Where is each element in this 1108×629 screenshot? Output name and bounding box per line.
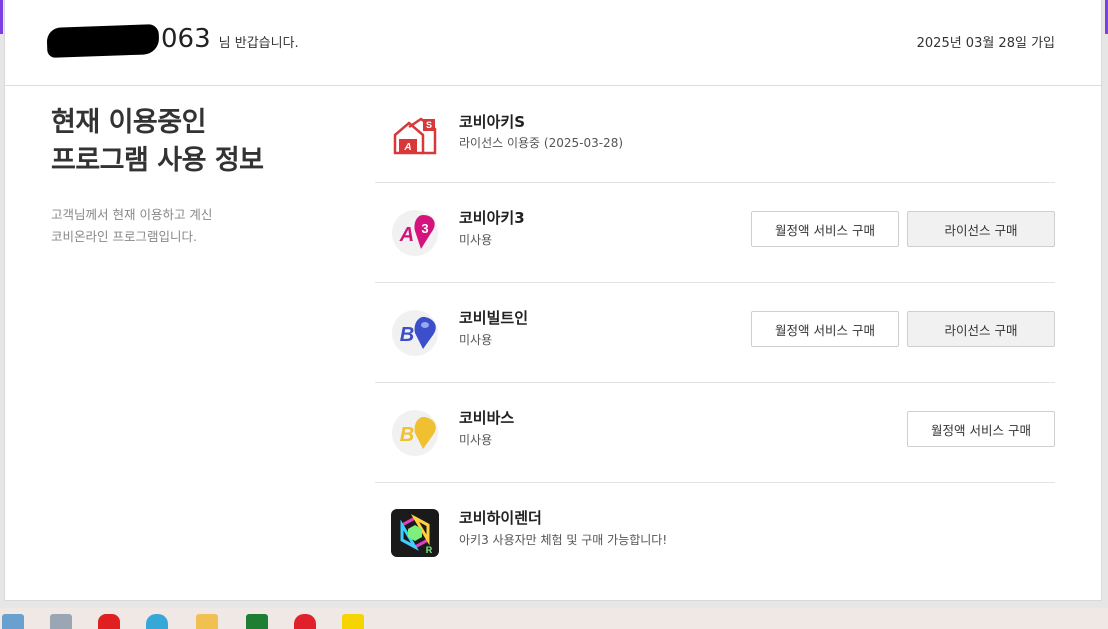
excel-icon[interactable] <box>246 614 268 629</box>
license-purchase-button[interactable]: 라이선스 구매 <box>907 211 1055 247</box>
program-name: 코비빌트인 <box>459 309 529 327</box>
program-name: 코비아키3 <box>459 209 525 227</box>
program-name: 코비바스 <box>459 409 515 427</box>
program-name: 코비하이렌더 <box>459 509 542 527</box>
license-purchase-button[interactable]: 라이선스 구매 <box>907 311 1055 347</box>
svg-text:S: S <box>426 120 432 130</box>
kobi-builtin-icon: B <box>392 309 438 356</box>
kakaotalk-icon[interactable] <box>342 614 364 629</box>
monthly-subscription-button[interactable]: 월정액 서비스 구매 <box>751 211 899 247</box>
taskbar <box>0 608 1108 629</box>
program-status: 미사용 <box>459 233 493 247</box>
monthly-subscription-button[interactable]: 월정액 서비스 구매 <box>907 411 1055 447</box>
user-id: 063 <box>46 24 211 58</box>
page-title: 현재 이용중인 프로그램 사용 정보 <box>51 104 264 180</box>
page-title-line2: 프로그램 사용 정보 <box>51 145 264 176</box>
svg-text:R: R <box>426 545 433 555</box>
window-edge-left <box>0 0 3 34</box>
monthly-subscription-button[interactable]: 월정액 서비스 구매 <box>751 311 899 347</box>
svg-text:A: A <box>399 224 414 246</box>
youtube-icon[interactable] <box>98 614 120 629</box>
program-row-builtin: B 코비빌트인 미사용 월정액 서비스 구매 라이선스 구매 <box>375 283 1055 383</box>
account-panel: 063 님 반갑습니다. 2025년 03월 28일 가입 현재 이용중인 프로… <box>4 0 1102 601</box>
folder-icon[interactable] <box>196 614 218 629</box>
kobi-archi3-icon: A 3 <box>392 209 438 256</box>
program-list: S A 코비아키S 라이선스 이용중 (2025-03-28) A 3 코비아키… <box>375 87 1055 583</box>
page-title-line1: 현재 이용중인 <box>51 107 206 138</box>
program-name: 코비아키S <box>459 113 526 131</box>
files-icon[interactable] <box>50 614 72 629</box>
program-row-archi3: A 3 코비아키3 미사용 월정액 서비스 구매 라이선스 구매 <box>375 183 1055 283</box>
svg-text:A: A <box>403 142 411 153</box>
kobi-bath-icon: B <box>392 409 438 456</box>
app-red-icon[interactable] <box>294 614 316 629</box>
description-line1: 고객님께서 현재 이용하고 계신 <box>51 207 213 222</box>
program-row-archi-s: S A 코비아키S 라이선스 이용중 (2025-03-28) <box>375 87 1055 183</box>
join-date: 2025년 03월 28일 가입 <box>916 36 1055 51</box>
program-status: 미사용 <box>459 433 493 447</box>
svg-text:B: B <box>400 324 414 346</box>
page-description: 고객님께서 현재 이용하고 계신 코비온라인 프로그램입니다. <box>51 204 291 248</box>
svg-text:B: B <box>400 424 414 446</box>
description-line2: 코비온라인 프로그램입니다. <box>51 229 197 244</box>
program-status: 미사용 <box>459 333 493 347</box>
kobi-archi-s-icon: S A <box>393 116 437 154</box>
redaction-mask <box>46 24 160 58</box>
account-header: 063 님 반갑습니다. 2025년 03월 28일 가입 <box>5 0 1101 86</box>
edge-browser-icon[interactable] <box>146 614 168 629</box>
program-status: 아키3 사용자만 체험 및 구매 가능합니다! <box>459 533 668 547</box>
calculator-icon[interactable] <box>2 614 24 629</box>
program-row-bath: B 코비바스 미사용 월정액 서비스 구매 <box>375 383 1055 483</box>
greeting: 063 님 반갑습니다. <box>46 24 299 58</box>
svg-text:3: 3 <box>421 221 428 236</box>
kobi-hirender-icon: R <box>391 509 439 557</box>
program-status: 라이선스 이용중 (2025-03-28) <box>459 136 624 150</box>
greeting-text: 님 반갑습니다. <box>218 36 299 51</box>
program-row-hirender: R 코비하이렌더 아키3 사용자만 체험 및 구매 가능합니다! <box>375 483 1055 583</box>
